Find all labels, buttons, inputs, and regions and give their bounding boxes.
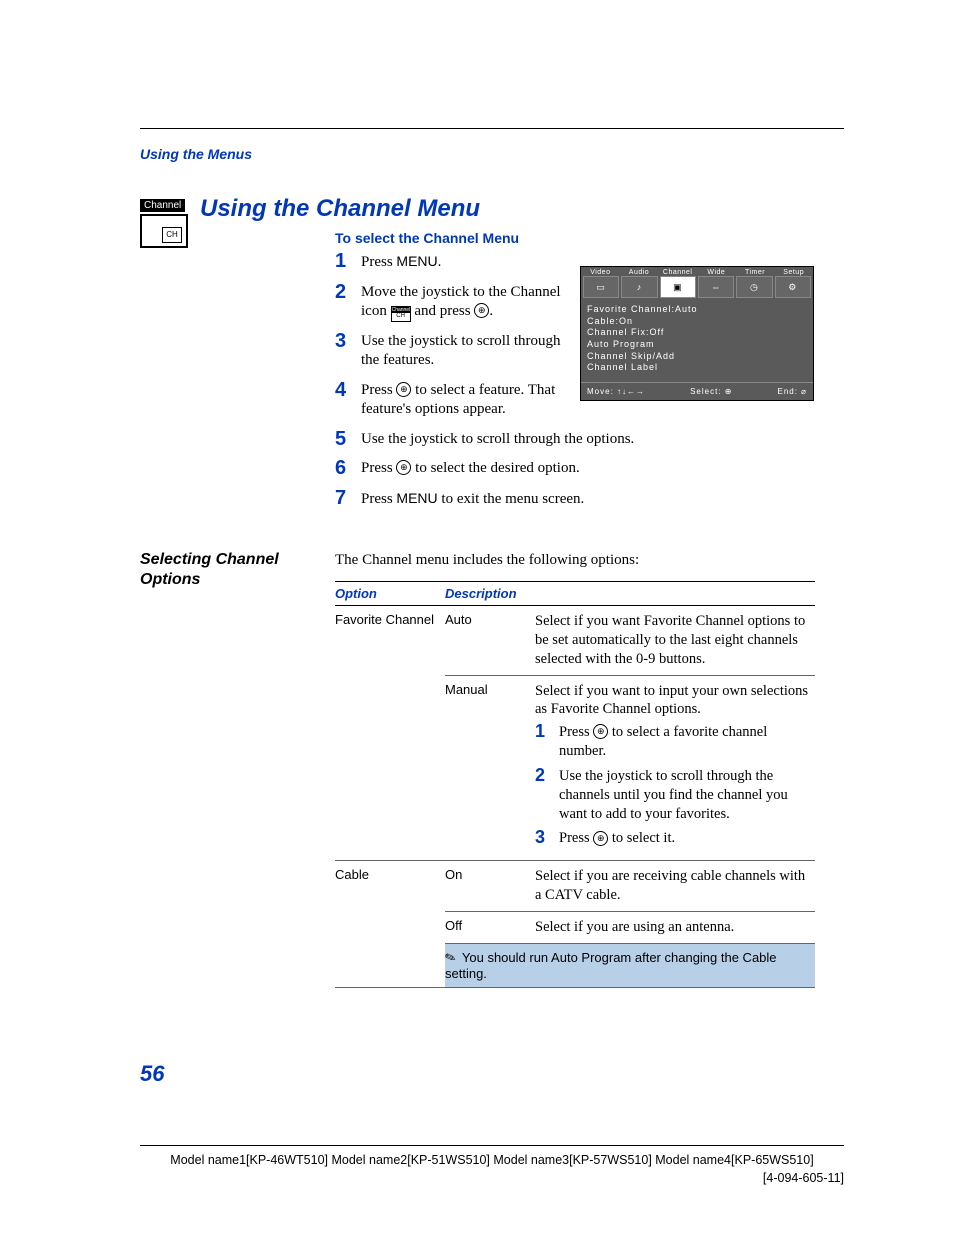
joystick-press-icon: ⊕ <box>396 460 411 475</box>
tv-tab: Channel <box>658 267 697 276</box>
th-description: Description <box>445 582 815 606</box>
tv-line: Channel Skip/Add <box>587 351 807 363</box>
tv-line: Cable:On <box>587 316 807 328</box>
step-5: Use the joystick to scroll through the o… <box>335 430 815 450</box>
options-table: Option Description Favorite Channel Auto… <box>335 581 815 988</box>
step7-a: Press <box>361 491 396 507</box>
blank <box>335 911 445 943</box>
tv-line: Auto Program <box>587 339 807 351</box>
sub-2: Use the joystick to scroll through the c… <box>535 767 809 824</box>
tv-menu-screenshot: Video Audio Channel Wide Timer Setup ▭ ♪… <box>580 266 814 401</box>
tv-footer-end: End: ⌀ <box>778 387 808 396</box>
joystick-press-icon: ⊕ <box>396 382 411 397</box>
step2-b: and press <box>411 303 475 319</box>
opt-cable-off: Off <box>445 911 535 943</box>
tv-tab: Setup <box>774 267 813 276</box>
tv-tab-icon: ⇔ <box>698 276 734 298</box>
th-option: Option <box>335 582 445 606</box>
tv-footer-move: Move: ↑↓←→ <box>587 387 645 396</box>
step6-b: to select the desired option. <box>411 460 579 476</box>
tv-line: Channel Label <box>587 362 807 374</box>
breadcrumb: Using the Menus <box>140 146 252 162</box>
channel-icon-inner: CH <box>162 227 182 243</box>
tv-line: Favorite Channel:Auto <box>587 304 807 316</box>
joystick-press-icon: ⊕ <box>593 831 608 846</box>
sub-3: Press ⊕ to select it. <box>535 829 809 848</box>
channel-icon-box: CH <box>140 214 188 248</box>
opt-fav-auto: Auto <box>445 606 535 676</box>
tv-line: Channel Fix:Off <box>587 327 807 339</box>
sub1-a: Press <box>559 724 593 740</box>
footer-line2: [4-094-605-11] <box>140 1170 844 1188</box>
step7-menu: MENU <box>396 490 437 506</box>
step-6: Press ⊕ to select the desired option. <box>335 459 815 479</box>
tv-tab-icon: ◷ <box>736 276 772 298</box>
step1-a: Press <box>361 254 396 270</box>
step4-a: Press <box>361 382 396 398</box>
blank <box>335 675 445 861</box>
opt-fav-manual-desc: Select if you want to input your own sel… <box>535 675 815 861</box>
tv-tab-icon-selected: ▣ <box>660 276 696 298</box>
side-heading: Selecting Channel Options <box>140 550 320 590</box>
sub3-a: Press <box>559 830 593 846</box>
opt-cable: Cable <box>335 861 445 912</box>
tv-tab: Timer <box>736 267 775 276</box>
channel-inline-icon: ChannelCH <box>391 306 411 322</box>
opt-fav-auto-desc: Select if you want Favorite Channel opti… <box>535 606 815 676</box>
joystick-press-icon: ⊕ <box>474 303 489 318</box>
tv-tab: Wide <box>697 267 736 276</box>
channel-icon: Channel CH <box>140 195 190 248</box>
intro-text: The Channel menu includes the following … <box>335 552 815 569</box>
opt-cable-on-desc: Select if you are receiving cable channe… <box>535 861 815 912</box>
step-2: Move the joystick to the Channel icon Ch… <box>335 283 581 322</box>
opt-cable-off-desc: Select if you are using an antenna. <box>535 911 815 943</box>
tv-footer-select: Select: ⊕ <box>690 387 732 396</box>
blank <box>335 943 445 987</box>
step6-a: Press <box>361 460 396 476</box>
page-title: Using the Channel Menu <box>200 195 480 223</box>
footer-line1: Model name1[KP-46WT510] Model name2[KP-5… <box>140 1152 844 1170</box>
subhead: To select the Channel Menu <box>335 230 815 246</box>
pencil-icon: ✎ <box>443 948 459 967</box>
joystick-press-icon: ⊕ <box>593 724 608 739</box>
channel-icon-label: Channel <box>140 199 185 212</box>
step7-c: to exit the menu screen. <box>438 491 585 507</box>
tv-tab: Audio <box>620 267 659 276</box>
opt-cable-on: On <box>445 861 535 912</box>
tv-tab-icon: ▭ <box>583 276 619 298</box>
manual-desc: Select if you want to input your own sel… <box>535 683 808 718</box>
step2-c: . <box>489 303 493 319</box>
sub-1: Press ⊕ to select a favorite channel num… <box>535 723 809 761</box>
footer: Model name1[KP-46WT510] Model name2[KP-5… <box>140 1145 844 1187</box>
note-text: You should run Auto Program after changi… <box>445 950 777 981</box>
step-3: Use the joystick to scroll through the f… <box>335 332 581 371</box>
step1-c: . <box>438 254 442 270</box>
page-number: 56 <box>140 1061 164 1087</box>
step1-menu: MENU <box>396 253 437 269</box>
top-rule <box>140 128 844 129</box>
step-7: Press MENU to exit the menu screen. <box>335 489 815 510</box>
note: ✎You should run Auto Program after chang… <box>445 943 815 987</box>
opt-fav: Favorite Channel <box>335 606 445 676</box>
sub3-b: to select it. <box>608 830 675 846</box>
opt-fav-manual: Manual <box>445 675 535 861</box>
step-1: Press MENU. <box>335 252 581 273</box>
tv-tab-icon: ⚙ <box>775 276 811 298</box>
tv-tab-icon: ♪ <box>621 276 657 298</box>
step-4: Press ⊕ to select a feature. That featur… <box>335 381 581 420</box>
tv-tab: Video <box>581 267 620 276</box>
